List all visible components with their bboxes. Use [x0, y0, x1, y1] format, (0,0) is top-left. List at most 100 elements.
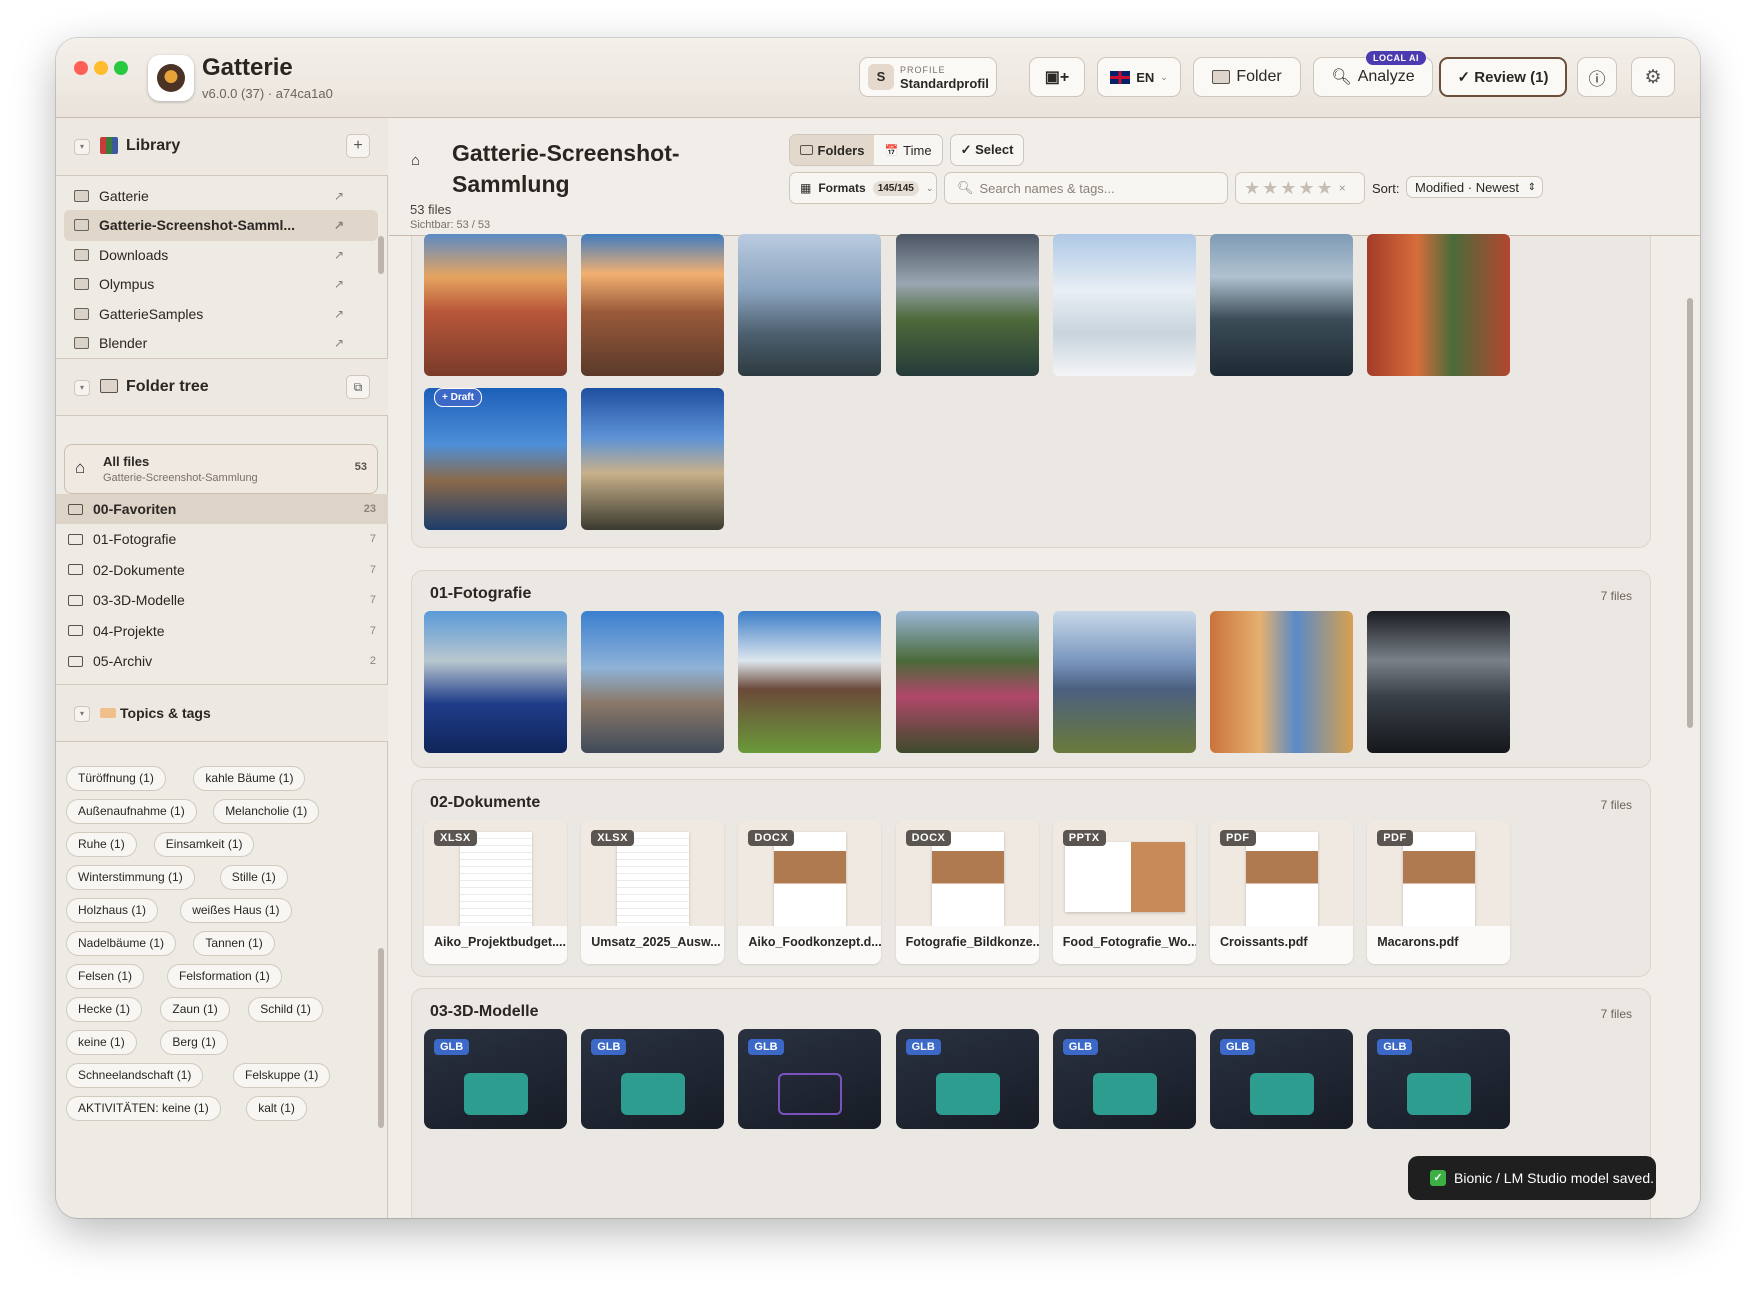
photo-thumbnail[interactable]	[1210, 611, 1353, 753]
tag-chip[interactable]: Nadelbäume (1)	[66, 931, 177, 956]
model-card[interactable]: GLB	[738, 1029, 882, 1129]
tag-chip[interactable]: Ruhe (1)	[66, 832, 137, 857]
search-field[interactable]: 🔍︎ Search names & tags...	[944, 172, 1228, 204]
tree-item[interactable]: 03-3D-Modelle 7	[56, 585, 388, 615]
tag-chip[interactable]: kalt (1)	[246, 1096, 307, 1121]
library-item[interactable]: Downloads ↗	[64, 239, 378, 270]
tag-chip[interactable]: Schneelandschaft (1)	[66, 1063, 204, 1088]
favorite-thumbnail[interactable]	[581, 234, 725, 376]
favorite-thumbnail[interactable]	[738, 234, 882, 376]
settings-button[interactable]: ⚙	[1631, 57, 1675, 97]
photo-thumbnail[interactable]	[895, 611, 1039, 753]
library-scrollbar[interactable]	[378, 236, 384, 274]
document-card[interactable]: PDF Macarons.pdf	[1367, 820, 1511, 964]
zoom-window-button[interactable]	[114, 61, 128, 75]
minimize-window-button[interactable]	[94, 61, 108, 75]
library-item[interactable]: Gatterie ↗	[64, 180, 378, 211]
language-button[interactable]: EN ⌄	[1097, 57, 1181, 97]
favorite-thumbnail[interactable]	[1367, 234, 1511, 376]
tag-chip[interactable]: Felskuppe (1)	[233, 1063, 331, 1088]
tree-item[interactable]: 00-Favoriten 23	[56, 494, 388, 524]
photo-thumbnail[interactable]	[424, 611, 567, 753]
tag-chip[interactable]: Felsformation (1)	[167, 964, 282, 989]
open-external-icon[interactable]: ↗	[334, 277, 344, 291]
tag-chip[interactable]: Zaun (1)	[160, 997, 230, 1022]
all-files-item[interactable]: ⌂ All files Gatterie-Screenshot-Sammlung…	[64, 444, 378, 494]
open-external-icon[interactable]: ↗	[334, 336, 344, 350]
favorite-thumbnail[interactable]	[424, 234, 567, 376]
close-window-button[interactable]	[74, 61, 88, 75]
tag-chip[interactable]: weißes Haus (1)	[180, 898, 292, 923]
topics-collapse-chevron-icon[interactable]: ▾	[74, 706, 90, 722]
open-external-icon[interactable]: ↗	[334, 307, 344, 321]
tag-chip[interactable]: Einsamkeit (1)	[153, 832, 255, 857]
model-card[interactable]: GLB	[424, 1029, 567, 1129]
document-card[interactable]: PDF Croissants.pdf	[1210, 820, 1353, 964]
photo-thumbnail[interactable]	[581, 611, 725, 753]
model-card[interactable]: GLB	[581, 1029, 725, 1129]
favorite-thumbnail[interactable]	[424, 388, 567, 530]
view-folders-button[interactable]: Folders	[790, 135, 874, 165]
tag-chip[interactable]: Holzhaus (1)	[66, 898, 159, 923]
favorite-thumbnail[interactable]	[1052, 234, 1196, 376]
new-collection-button[interactable]: ▣+	[1029, 57, 1085, 97]
model-card[interactable]: GLB	[895, 1029, 1039, 1129]
document-card[interactable]: DOCX Aiko_Foodkonzept.d...	[738, 820, 882, 964]
photo-thumbnail[interactable]	[1052, 611, 1196, 753]
tag-chip[interactable]: kahle Bäume (1)	[193, 766, 306, 791]
favorite-thumbnail[interactable]	[895, 234, 1039, 376]
tree-item[interactable]: 02-Dokumente 7	[56, 555, 388, 585]
add-library-button[interactable]: +	[346, 134, 370, 158]
model-card[interactable]: GLB	[1367, 1029, 1511, 1129]
tag-chip[interactable]: keine (1)	[66, 1030, 137, 1055]
tag-chip[interactable]: Winterstimmung (1)	[66, 865, 195, 890]
sort-select[interactable]: Modified · Newest ⇕	[1406, 176, 1543, 198]
sidebar-scrollbar[interactable]	[378, 948, 384, 1128]
open-external-icon[interactable]: ↗	[334, 248, 344, 262]
tag-chip[interactable]: Türöffnung (1)	[66, 766, 166, 791]
tag-chip[interactable]: Hecke (1)	[66, 997, 143, 1022]
photo-thumbnail[interactable]	[1367, 611, 1511, 753]
star-rating-icon: ★★★★★	[1244, 177, 1335, 198]
library-item[interactable]: GatterieSamples ↗	[64, 298, 378, 329]
favorite-thumbnail[interactable]	[1210, 234, 1353, 376]
tag-chip[interactable]: AKTIVITÄTEN: keine (1)	[66, 1096, 221, 1121]
tag-chip[interactable]: Tannen (1)	[193, 931, 275, 956]
info-button[interactable]: ⓘ	[1577, 57, 1617, 97]
folder-tree-collapse-chevron-icon[interactable]: ▾	[74, 380, 90, 396]
document-card[interactable]: XLSX Aiko_Projektbudget....	[424, 820, 567, 964]
folder-button[interactable]: Folder	[1193, 57, 1301, 97]
view-time-button[interactable]: 📅 Time	[874, 135, 942, 165]
rating-filter[interactable]: ★★★★★ ×	[1235, 172, 1365, 204]
tree-item[interactable]: 05-Archiv 2	[56, 646, 388, 676]
favorite-thumbnail[interactable]	[581, 388, 725, 530]
open-external-icon[interactable]: ↗	[334, 189, 344, 203]
profile-button[interactable]: S PROFILE Standardprofil	[859, 57, 997, 97]
tag-chip[interactable]: Stille (1)	[219, 865, 288, 890]
document-card[interactable]: XLSX Umsatz_2025_Ausw...	[581, 820, 725, 964]
tag-chip[interactable]: Außenaufnahme (1)	[66, 799, 197, 824]
select-button[interactable]: ✓ Select	[950, 134, 1024, 166]
open-external-icon[interactable]: ↗	[334, 218, 344, 232]
document-card[interactable]: DOCX Fotografie_Bildkonze...	[895, 820, 1039, 964]
document-name: Aiko_Foodkonzept.d...	[738, 926, 882, 964]
library-item[interactable]: Blender ↗	[64, 328, 378, 359]
tag-chip[interactable]: Schild (1)	[248, 997, 323, 1022]
tag-chip[interactable]: Berg (1)	[160, 1030, 228, 1055]
model-card[interactable]: GLB	[1052, 1029, 1196, 1129]
tag-chip[interactable]: Melancholie (1)	[213, 799, 320, 824]
library-item[interactable]: Olympus ↗	[64, 269, 378, 300]
collapse-all-button[interactable]: ⧉	[346, 375, 370, 399]
document-card[interactable]: PPTX Food_Fotografie_Wo...	[1052, 820, 1196, 964]
formats-filter[interactable]: ▦ Formats 145/145 ⌄	[789, 172, 937, 204]
library-collapse-chevron-icon[interactable]: ▾	[74, 139, 90, 155]
library-item[interactable]: Gatterie-Screenshot-Samml... ↗	[64, 209, 378, 241]
tag-chip[interactable]: Felsen (1)	[66, 964, 145, 989]
clear-rating-icon[interactable]: ×	[1339, 181, 1348, 195]
content-scrollbar[interactable]	[1687, 298, 1693, 728]
tree-item[interactable]: 04-Projekte 7	[56, 616, 388, 646]
model-card[interactable]: GLB	[1210, 1029, 1353, 1129]
review-button[interactable]: ✓ Review (1)	[1439, 57, 1567, 97]
tree-item[interactable]: 01-Fotografie 7	[56, 524, 388, 554]
photo-thumbnail[interactable]	[738, 611, 882, 753]
